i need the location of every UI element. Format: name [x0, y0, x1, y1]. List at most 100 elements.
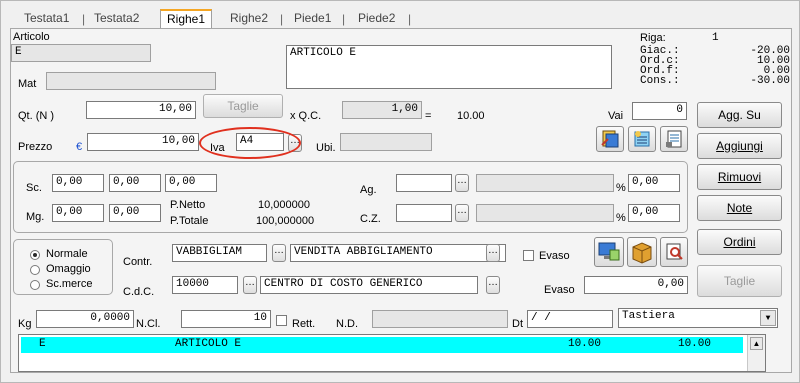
- rett-checkbox[interactable]: [276, 315, 287, 326]
- tab-piede2[interactable]: Piede2: [358, 10, 395, 28]
- ordini-button[interactable]: Ordini: [697, 229, 782, 255]
- contr-description-field: VENDITA ABBIGLIAMENTO: [290, 244, 506, 262]
- kg-field[interactable]: 0,0000: [36, 310, 134, 328]
- mg1-field[interactable]: 0,00: [52, 204, 104, 222]
- iva-highlight-annotation: [199, 127, 301, 159]
- qc-equals: =: [425, 110, 432, 122]
- tab-righe2[interactable]: Righe2: [230, 10, 268, 28]
- cz-field[interactable]: [396, 204, 452, 222]
- sc-label: Sc.: [26, 182, 42, 194]
- tab-separator: |: [82, 12, 86, 26]
- taglie-button[interactable]: Taglie: [697, 265, 782, 297]
- scmerce-label: Sc.merce: [46, 278, 93, 290]
- sc1-field[interactable]: 0,00: [52, 174, 104, 192]
- tab-separator: |: [408, 12, 412, 26]
- edit-list-icon[interactable]: [660, 126, 688, 152]
- refresh-list-icon[interactable]: [628, 126, 656, 152]
- mat-field[interactable]: [46, 72, 216, 90]
- aggiungi-button[interactable]: Aggiungi: [697, 133, 782, 159]
- tab-testata2[interactable]: Testata2: [94, 10, 139, 28]
- package-box-icon[interactable]: [627, 237, 657, 267]
- sc2-field[interactable]: 0,00: [109, 174, 161, 192]
- mg-label: Mg.: [26, 211, 45, 223]
- ncl-field[interactable]: 10: [181, 310, 271, 328]
- nd-field[interactable]: [372, 310, 508, 328]
- contr-code-field[interactable]: VABBIGLIAM: [172, 244, 267, 262]
- tab-separator: |: [280, 12, 284, 26]
- tab-separator: |: [342, 12, 346, 26]
- riga-value: 1: [712, 32, 719, 44]
- qt-total-value: 10.00: [457, 110, 485, 122]
- computer-network-icon[interactable]: [594, 237, 624, 267]
- ag-field[interactable]: [396, 174, 452, 192]
- dt-field[interactable]: / /: [527, 310, 613, 328]
- omaggio-label: Omaggio: [46, 263, 91, 275]
- qc-field[interactable]: 1,00: [342, 101, 422, 119]
- table-row[interactable]: E ARTICOLO E 10.00 10.00: [21, 337, 743, 353]
- qt-field[interactable]: 10,00: [86, 101, 196, 119]
- evaso-label: Evaso: [544, 284, 575, 296]
- ptotale-label: P.Totale: [170, 215, 209, 227]
- cdc-lookup-button[interactable]: …: [243, 276, 257, 294]
- note-label: Note: [726, 201, 753, 215]
- vai-label: Vai: [608, 110, 624, 122]
- tab-righe1[interactable]: Righe1: [160, 9, 213, 30]
- ag-label: Ag.: [360, 184, 377, 196]
- ag-lookup-button[interactable]: …: [455, 174, 469, 192]
- articolo-description-field[interactable]: ARTICOLO E: [286, 45, 612, 89]
- pnetto-label: P.Netto: [170, 199, 206, 211]
- chevron-down-icon[interactable]: ▼: [760, 310, 776, 326]
- vai-field[interactable]: 0: [632, 102, 687, 120]
- cdc-code-field[interactable]: 10000: [172, 276, 238, 294]
- ag-percent-field[interactable]: 0,00: [628, 174, 680, 192]
- cons-label: Cons.:: [640, 75, 680, 87]
- note-button[interactable]: Note: [697, 195, 782, 221]
- tastiera-select[interactable]: Tastiera ▼: [618, 308, 778, 328]
- mg2-field[interactable]: 0,00: [109, 204, 161, 222]
- dt-label: Dt: [512, 318, 523, 330]
- ubi-field[interactable]: [340, 133, 432, 151]
- copy-document-icon[interactable]: [596, 126, 624, 152]
- tab-testata1[interactable]: Testata1: [24, 10, 69, 28]
- cz-percent-field[interactable]: 0,00: [628, 204, 680, 222]
- scroll-up-icon[interactable]: ▲: [750, 337, 763, 350]
- taglie-inline-button[interactable]: Taglie: [203, 94, 283, 118]
- rimuovi-label: Rimuovi: [717, 170, 762, 184]
- evaso-check-label: Evaso: [539, 250, 570, 262]
- row-total: 10.00: [677, 338, 711, 350]
- agg-su-button[interactable]: Agg. Su: [697, 102, 782, 128]
- normale-radio[interactable]: [30, 250, 40, 260]
- sconti-group: [13, 161, 688, 233]
- scmerce-radio[interactable]: [30, 280, 40, 290]
- tab-piede1[interactable]: Piede1: [294, 10, 331, 28]
- evaso-checkbox[interactable]: [523, 250, 534, 261]
- normale-label: Normale: [46, 248, 88, 260]
- cz-lookup-button[interactable]: …: [455, 204, 469, 222]
- grid-scrollbar[interactable]: ▲: [747, 335, 765, 371]
- view-document-icon[interactable]: [660, 237, 688, 267]
- rett-label: Rett.: [292, 318, 316, 330]
- contr-desc-lookup-button[interactable]: …: [486, 244, 500, 262]
- ptotale-value: 100,000000: [256, 215, 315, 227]
- cz-label: C.Z.: [360, 213, 381, 225]
- qt-label: Qt. (N ): [18, 110, 55, 122]
- nd-label: N.D.: [336, 318, 358, 330]
- contr-lookup-button[interactable]: …: [272, 244, 286, 262]
- tastiera-value: Tastiera: [622, 310, 675, 322]
- x-qc-label: x Q.C.: [290, 110, 322, 122]
- sc3-field[interactable]: 0,00: [165, 174, 217, 192]
- articolo-code-field[interactable]: E: [11, 44, 151, 62]
- righe-grid: E ARTICOLO E 10.00 10.00 ▲: [18, 334, 766, 372]
- evaso-field[interactable]: 0,00: [584, 276, 688, 294]
- pnetto-value: 10,000000: [258, 199, 310, 211]
- cdc-description-field: CENTRO DI COSTO GENERICO: [260, 276, 478, 294]
- rimuovi-button[interactable]: Rimuovi: [697, 164, 782, 190]
- prezzo-field[interactable]: 10,00: [87, 133, 199, 151]
- cons-value: -30.00: [750, 75, 790, 87]
- omaggio-radio[interactable]: [30, 265, 40, 275]
- riga-label: Riga:: [640, 32, 666, 44]
- cdc-desc-lookup-button[interactable]: …: [486, 276, 500, 294]
- row-quantity: 10.00: [567, 338, 601, 350]
- articolo-label: Articolo: [13, 31, 50, 43]
- ordini-label: Ordini: [723, 235, 756, 249]
